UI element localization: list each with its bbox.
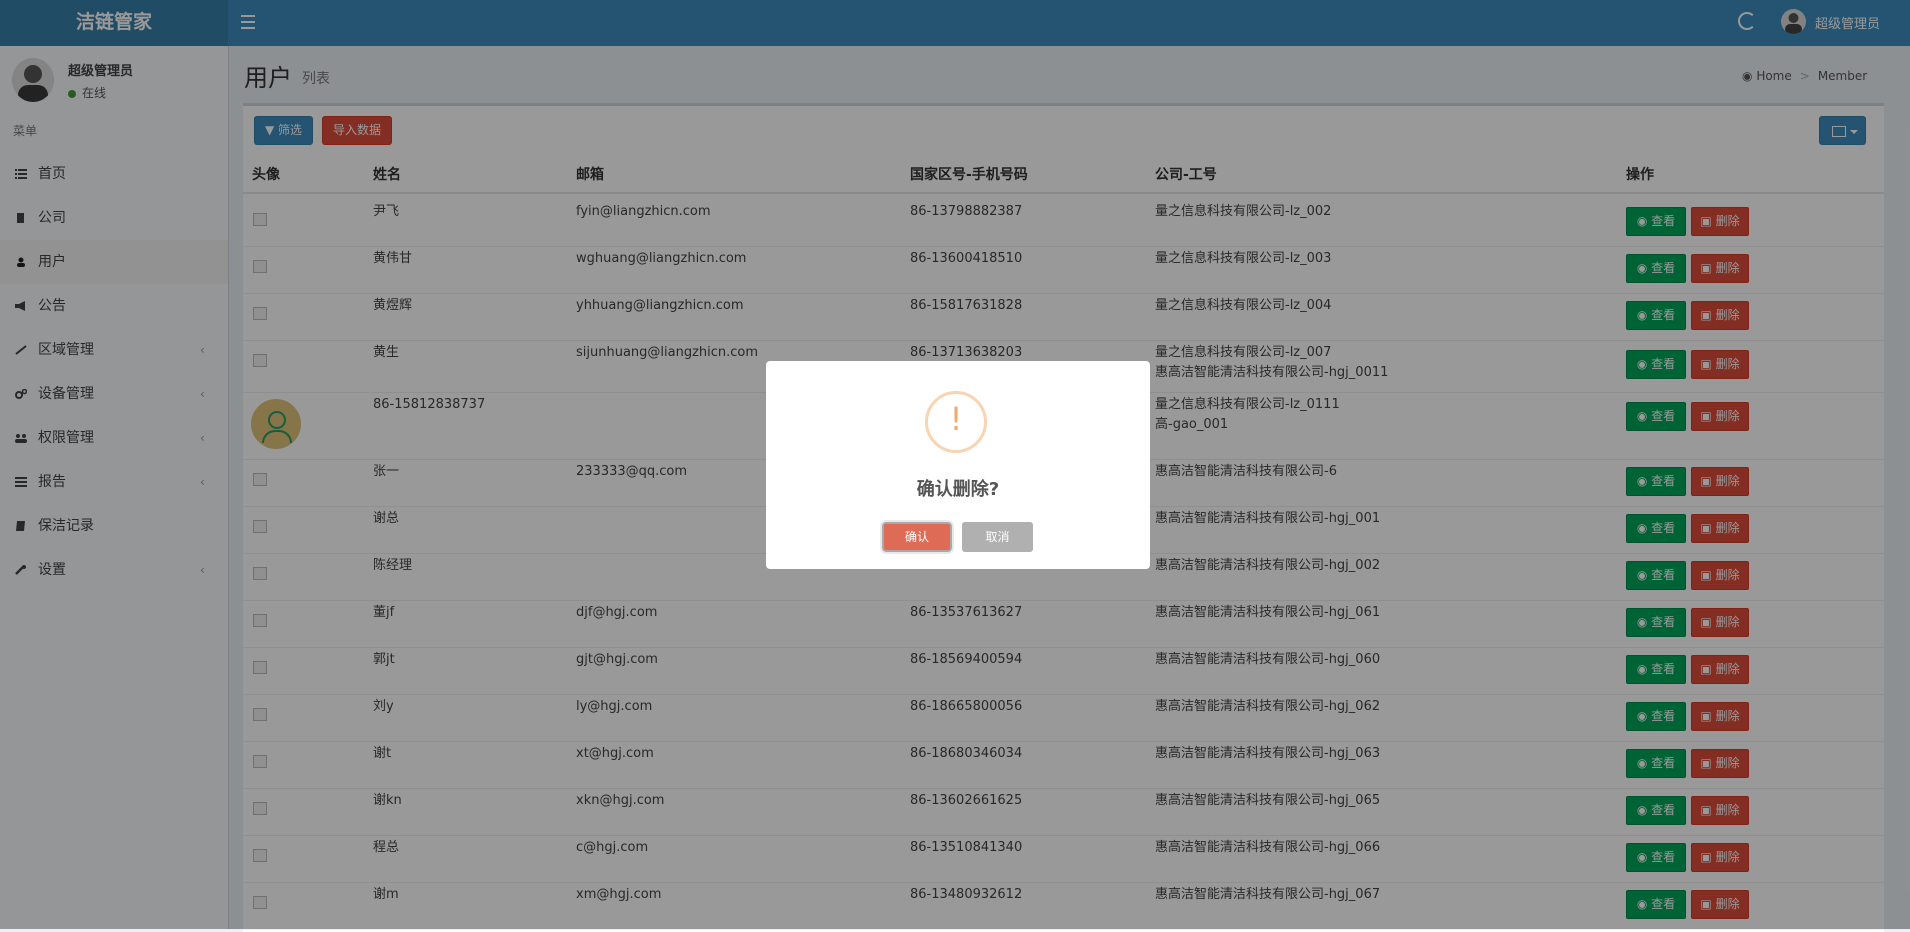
confirm-delete-dialog: ! 确认删除? 确认 取消	[766, 361, 1150, 569]
dialog-title: 确认删除?	[916, 479, 1000, 500]
exclamation-icon: !	[925, 391, 987, 453]
confirm-button[interactable]: 确认	[880, 520, 954, 554]
cancel-button[interactable]: 取消	[962, 522, 1033, 552]
